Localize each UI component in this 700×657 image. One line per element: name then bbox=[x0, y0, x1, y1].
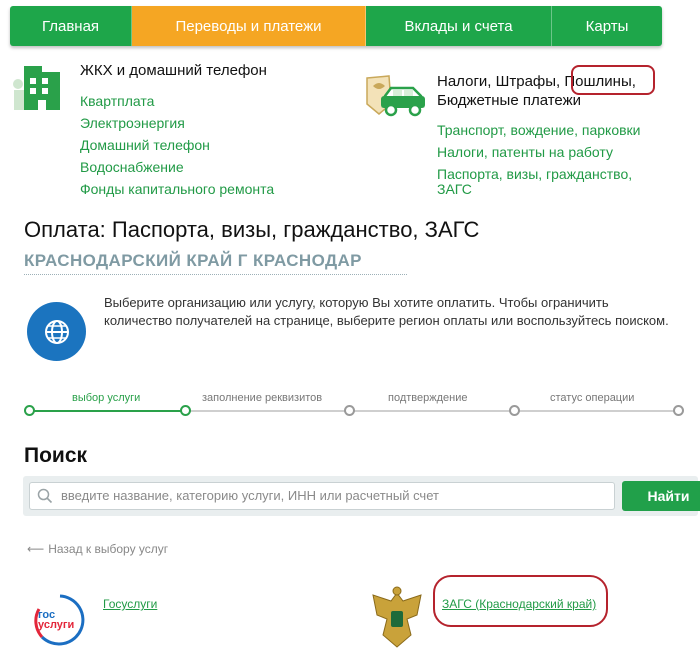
step-dot-1 bbox=[180, 405, 191, 416]
search-bar: введите название, категорию услуги, ИНН … bbox=[23, 476, 700, 516]
building-icon bbox=[13, 66, 60, 110]
region-selector[interactable]: КРАСНОДАРСКИЙ КРАЙ Г КРАСНОДАР bbox=[24, 251, 362, 271]
gosuslugi-logo-bottom: услуги bbox=[38, 619, 75, 631]
highlight-oval-fees bbox=[571, 65, 655, 95]
tab-deposits-accounts[interactable]: Вклады и счета bbox=[366, 6, 552, 46]
link-electricity[interactable]: Электроэнергия bbox=[80, 112, 274, 134]
tab-cards[interactable]: Карты bbox=[552, 6, 662, 46]
step-label-fill-details: заполнение реквизитов bbox=[202, 392, 323, 404]
main-nav: Главная Переводы и платежи Вклады и счет… bbox=[10, 6, 662, 46]
link-home-phone[interactable]: Домашний телефон bbox=[80, 134, 274, 156]
link-rent[interactable]: Квартплата bbox=[80, 90, 274, 112]
link-taxes-patents[interactable]: Налоги, патенты на работу bbox=[437, 145, 647, 160]
arrow-left-icon: ⟵ bbox=[27, 542, 45, 556]
gosuslugi-logo: гос услуги bbox=[33, 593, 87, 647]
highlight-oval-zags bbox=[433, 575, 608, 627]
utilities-category-icon-wrap bbox=[12, 60, 64, 117]
eagle-emblem-icon bbox=[372, 586, 422, 648]
emblem-logo bbox=[367, 585, 427, 656]
search-icon bbox=[37, 488, 53, 504]
tab-transfers-payments[interactable]: Переводы и платежи bbox=[132, 6, 366, 46]
tab-main[interactable]: Главная bbox=[10, 6, 132, 46]
search-input[interactable]: введите название, категорию услуги, ИНН … bbox=[29, 482, 615, 510]
info-globe-badge bbox=[27, 302, 86, 361]
utilities-title: ЖКХ и домашний телефон bbox=[80, 62, 267, 79]
region-underline bbox=[24, 274, 407, 275]
back-link-label: Назад к выбору услуг bbox=[48, 542, 169, 556]
taxes-title-part1: Налоги, Штрафы, bbox=[437, 73, 565, 90]
result-link-gosuslugi[interactable]: Госуслуги bbox=[103, 597, 157, 611]
step-dot-2 bbox=[344, 405, 355, 416]
step-label-confirm: подтверждение bbox=[388, 392, 468, 404]
search-button[interactable]: Найти bbox=[622, 481, 700, 511]
stepper-line-done bbox=[30, 410, 186, 412]
car-emblem-icon bbox=[366, 75, 425, 117]
search-title: Поиск bbox=[24, 444, 88, 467]
globe-icon bbox=[44, 319, 69, 344]
link-passports[interactable]: Паспорта, визы, гражданство, ЗАГС bbox=[437, 167, 647, 197]
taxes-category-icon-wrap bbox=[363, 74, 427, 123]
utilities-category: ЖКХ и домашний телефон Квартплата Электр… bbox=[80, 61, 274, 200]
step-dot-start bbox=[24, 405, 35, 416]
stepper-line-pending bbox=[186, 410, 680, 412]
step-dot-3 bbox=[509, 405, 520, 416]
step-label-choose-service: выбор услуги bbox=[72, 392, 141, 404]
step-dot-end bbox=[673, 405, 684, 416]
info-text: Выберите организацию или услугу, которую… bbox=[104, 295, 669, 328]
link-transport[interactable]: Транспорт, вождение, парковки bbox=[437, 123, 647, 138]
link-water[interactable]: Водоснабжение bbox=[80, 156, 274, 178]
step-label-status: статус операции bbox=[550, 392, 635, 404]
link-repair-fund[interactable]: Фонды капитального ремонта bbox=[80, 178, 274, 200]
page-title: Оплата: Паспорта, визы, гражданство, ЗАГ… bbox=[24, 217, 480, 242]
back-link[interactable]: ⟵ Назад к выбору услуг bbox=[27, 542, 168, 556]
